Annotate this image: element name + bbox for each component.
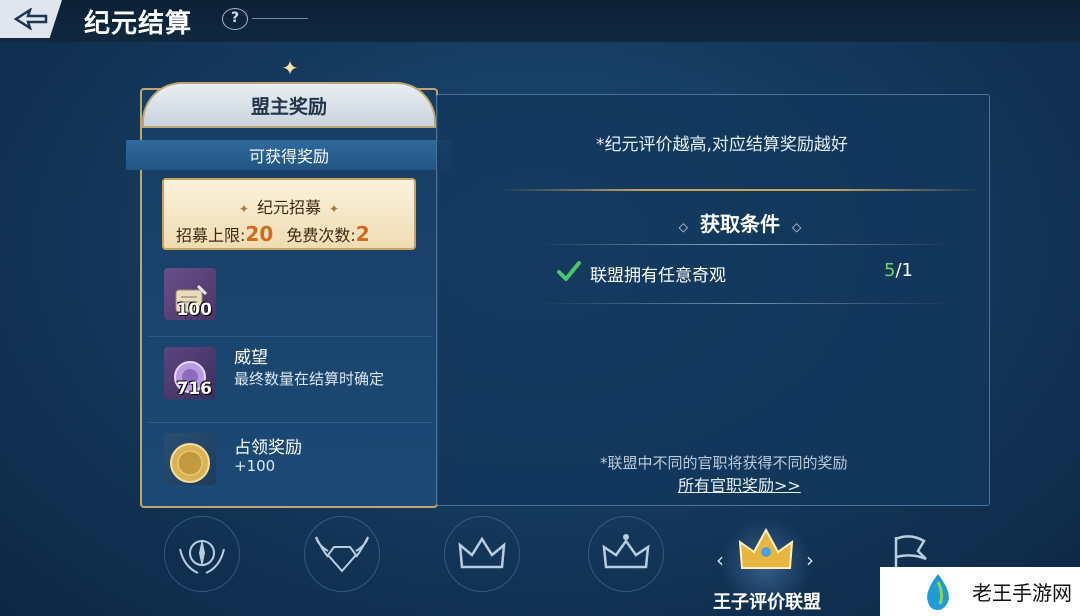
recruit-limit-value: 20 xyxy=(245,222,274,246)
condition-current: 5 xyxy=(884,260,896,281)
prev-arrow-icon[interactable]: ‹ xyxy=(716,548,724,572)
recruit-limit-label: 招募上限: xyxy=(176,226,246,245)
checkmark-icon xyxy=(557,261,581,281)
free-count-value: 2 xyxy=(355,222,370,246)
reward-row-prestige[interactable]: 716 威望 最终数量在结算时确定 xyxy=(148,336,432,412)
reward-desc: 最终数量在结算时确定 xyxy=(234,370,385,388)
available-rewards-banner: 可获得奖励 xyxy=(126,140,452,170)
crown-icon xyxy=(602,534,650,569)
coin-graphic xyxy=(170,443,210,483)
back-arrow-icon xyxy=(14,8,48,30)
tab-compass-emblem[interactable] xyxy=(170,526,234,582)
reward-name: 威望 xyxy=(234,348,268,368)
gold-divider xyxy=(500,189,980,191)
condition-text: 联盟拥有任意奇观 xyxy=(590,266,726,286)
reward-desc: +100 xyxy=(234,457,276,475)
droplet-logo-icon xyxy=(927,573,949,610)
reward-row-occupation[interactable]: 占领奖励 +100 xyxy=(148,422,432,498)
all-office-rewards-link[interactable]: 所有官职奖励>> xyxy=(678,472,801,496)
conditions-divider xyxy=(536,244,952,245)
item-count: 716 xyxy=(176,379,213,399)
tab-prince-rating[interactable] xyxy=(734,522,798,578)
top-bar: 纪元结算 ? xyxy=(0,0,1080,42)
ornament-icon: ✦ xyxy=(238,202,249,216)
winged-diamond-icon xyxy=(315,536,369,573)
next-arrow-icon[interactable]: › xyxy=(806,548,814,572)
diamond-ornament-icon: ◇ xyxy=(792,220,802,234)
tab-crown-2[interactable] xyxy=(594,526,658,582)
conditions-title: ◇ 获取条件 ◇ xyxy=(660,208,820,237)
crown-icon xyxy=(458,536,506,569)
free-count-label: 免费次数: xyxy=(286,226,356,245)
diamond-ornament-icon: ◇ xyxy=(678,220,688,234)
golden-crown-icon xyxy=(738,527,794,569)
reward-name: 占领奖励 xyxy=(234,438,302,458)
leader-reward-title: 盟主奖励 xyxy=(142,82,436,128)
item-count: 100 xyxy=(176,300,213,320)
star-ornament-icon: ✦ xyxy=(281,56,299,80)
recruit-stats: 招募上限:20 免费次数:2 xyxy=(176,222,370,246)
condition-divider xyxy=(536,303,952,304)
title-divider xyxy=(252,18,308,19)
gold-coin-icon xyxy=(164,433,216,485)
rating-note: *纪元评价越高,对应结算奖励越好 xyxy=(596,135,848,155)
tab-crown-1[interactable] xyxy=(450,526,514,582)
scroll-icon: 100 xyxy=(164,268,216,320)
era-recruit-card: ✦ 纪元招募 ✦ 招募上限:20 免费次数:2 xyxy=(162,178,416,250)
watermark: 老王手游网 xyxy=(880,567,1080,616)
ornament-icon: ✦ xyxy=(329,202,340,216)
back-button[interactable] xyxy=(0,0,62,38)
office-note: *联盟中不同的官职将获得不同的奖励 xyxy=(600,454,848,472)
page-title: 纪元结算 xyxy=(84,9,193,39)
reward-row-scroll[interactable]: 100 xyxy=(148,258,432,334)
condition-total: /1 xyxy=(895,260,913,281)
prestige-medal-icon: 716 xyxy=(164,347,216,399)
recruit-title-text: 纪元招募 xyxy=(256,198,321,217)
tab-winged-diamond[interactable] xyxy=(310,526,374,582)
help-icon[interactable]: ? xyxy=(222,8,248,30)
watermark-text: 老王手游网 xyxy=(972,581,1072,605)
condition-progress: 5/1 xyxy=(884,260,913,281)
recruit-title: ✦ 纪元招募 ✦ xyxy=(164,194,414,218)
conditions-title-text: 获取条件 xyxy=(700,212,780,236)
conditions-panel xyxy=(436,94,990,506)
active-tab-label: 王子评价联盟 xyxy=(713,592,821,613)
compass-emblem-icon xyxy=(179,539,225,574)
